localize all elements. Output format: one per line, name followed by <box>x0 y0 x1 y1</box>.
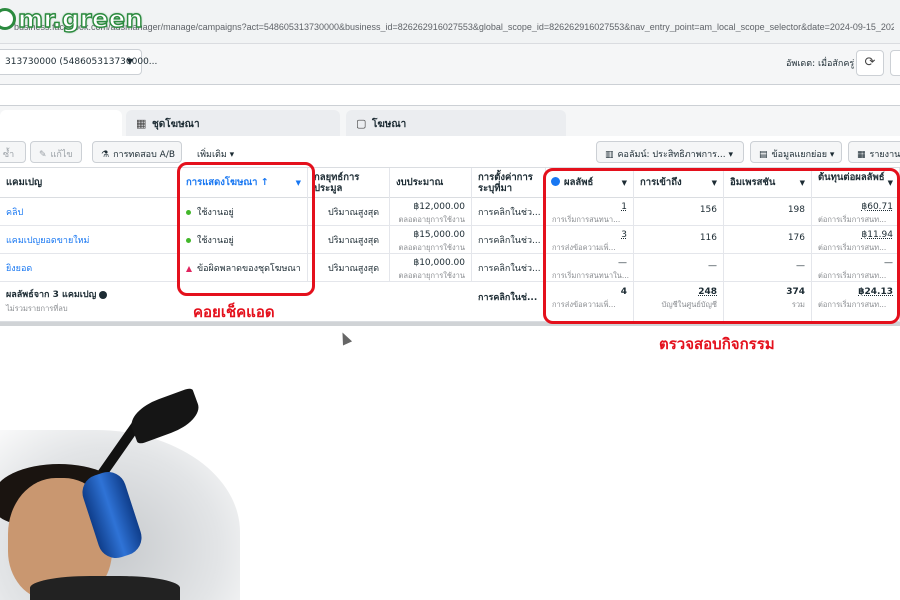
grid-icon: ▦ <box>136 117 147 130</box>
flask-icon: ⚗ <box>101 150 110 160</box>
column-header-attribution[interactable]: การตั้งค่าการระบุที่มา <box>472 168 546 198</box>
bid-strategy-cell: ปริมาณสูงสุด <box>308 198 390 226</box>
header-label: แคมเปญ <box>6 177 43 188</box>
tab-adsets[interactable]: ▦ ชุดโฆษณา <box>126 110 340 136</box>
header-label: การตั้งค่าการระบุที่มา <box>478 172 533 194</box>
edit-button[interactable]: ✎ แก้ไข <box>30 141 82 163</box>
duplicate-label: ซ้ำ <box>3 150 15 160</box>
chevron-down-icon: ▾ <box>229 150 235 160</box>
total-label: ผลลัพธ์จาก 3 แคมเปญ <box>6 290 97 300</box>
webcam-overlay <box>0 387 240 600</box>
column-header-budget[interactable]: งบประมาณ <box>390 168 472 198</box>
reports-button[interactable]: ▦ รายงาน <box>848 141 900 163</box>
ab-test-label: การทดสอบ A/B <box>113 150 176 160</box>
column-header-bid-strategy[interactable]: กลยุทธ์การประมูล <box>308 168 390 198</box>
budget-cell: ฿10,000.00 ตลอดอายุการใช้งาน <box>390 254 472 282</box>
tab-ads[interactable]: ▢ โฆษณา <box>346 110 566 136</box>
header-label: กลยุทธ์การประมูล <box>314 172 360 194</box>
annotation-check-ads: คอยเช็คแอด <box>193 303 275 321</box>
columns-label: คอลัมน์: ประสิทธิภาพการ... <box>617 150 726 160</box>
info-icon[interactable] <box>99 290 108 299</box>
columns-icon: ▥ <box>605 150 614 160</box>
refresh-icon: ⟳ <box>864 55 876 70</box>
duplicate-button[interactable]: ซ้ำ <box>0 141 26 163</box>
search-row <box>0 84 900 108</box>
more-label: เพิ่มเติม <box>197 150 227 160</box>
more-button[interactable]: เพิ่มเติม ▾ <box>188 141 244 163</box>
budget-cell: ฿15,000.00 ตลอดอายุการใช้งาน <box>390 226 472 254</box>
options-button[interactable] <box>890 50 900 76</box>
budget-sub: ตลอดอายุการใช้งาน <box>398 215 466 224</box>
bid-strategy-cell: ปริมาณสูงสุด <box>308 226 390 254</box>
logo-text: mr.green <box>17 4 144 33</box>
columns-button[interactable]: ▥ คอลัมน์: ประสิทธิภาพการ... ▾ <box>596 141 744 163</box>
presenter-shirt <box>30 576 180 600</box>
budget-sub: ตลอดอายุการใช้งาน <box>398 243 466 252</box>
mouse-cursor-icon <box>337 330 353 346</box>
chevron-down-icon: ▾ <box>829 150 835 160</box>
account-selector-label: 313730000 (548605313730000... <box>5 57 158 67</box>
column-header-campaign[interactable]: แคมเปญ <box>0 168 180 198</box>
ad-icon: ▢ <box>356 117 367 130</box>
search-input[interactable] <box>0 84 900 106</box>
budget-value: ฿10,000.00 <box>413 258 465 268</box>
account-row: 313730000 (548605313730000... ▼ <box>0 44 900 84</box>
channel-logo: mr.green <box>0 4 143 34</box>
budget-value: ฿12,000.00 <box>413 202 465 212</box>
attribution-cell: การคลิกในช่ว... <box>472 198 546 226</box>
campaign-name-link[interactable]: คลิป <box>0 198 180 226</box>
annotation-box-delivery <box>177 162 315 296</box>
bid-strategy-cell: ปริมาณสูงสุด <box>308 254 390 282</box>
refresh-button[interactable]: ⟳ <box>856 50 884 76</box>
campaign-name-link[interactable]: ยิงยอด <box>0 254 180 282</box>
campaign-name-link[interactable]: แคมเปญยอดขายใหม่ <box>0 226 180 254</box>
pop-filter <box>125 387 205 445</box>
edit-label: แก้ไข <box>50 150 73 160</box>
chevron-down-icon: ▾ <box>728 150 733 160</box>
breakdown-button[interactable]: ▤ ข้อมูลแยกย่อย ▾ <box>750 141 842 163</box>
account-selector[interactable]: 313730000 (548605313730000... ▼ <box>0 49 157 75</box>
updated-status: อัพเดต: เมื่อสักครู่ <box>786 59 855 69</box>
header-label: งบประมาณ <box>396 177 444 188</box>
budget-value: ฿15,000.00 <box>413 230 465 240</box>
attribution-cell: การคลิกในช่ว... <box>472 254 546 282</box>
attribution-cell: การคลิกในช่ว... <box>472 226 546 254</box>
breakdown-label: ข้อมูลแยกย่อย <box>771 150 827 160</box>
breakdown-icon: ▤ <box>759 150 768 160</box>
total-attribution-cell: การคลิกในช่... <box>472 282 546 322</box>
tab-adsets-label: ชุดโฆษณา <box>152 119 200 130</box>
ab-test-button[interactable]: ⚗ การทดสอบ A/B <box>92 141 182 163</box>
reports-icon: ▦ <box>857 150 866 160</box>
reports-label: รายงาน <box>869 150 900 160</box>
annotation-box-activity <box>543 168 900 324</box>
annotation-check-activity: ตรวจสอบกิจกรรม <box>659 335 775 353</box>
budget-sub: ตลอดอายุการใช้งาน <box>398 271 466 280</box>
pencil-icon: ✎ <box>39 150 47 160</box>
tab-ads-label: โฆษณา <box>372 119 407 130</box>
url-text[interactable]: business.facebook.com/adsmanager/manage/… <box>14 22 894 32</box>
budget-cell: ฿12,000.00 ตลอดอายุการใช้งาน <box>390 198 472 226</box>
tab-campaigns[interactable] <box>0 110 122 136</box>
logo-mark-icon <box>0 8 16 30</box>
chevron-down-icon: ▼ <box>126 57 133 66</box>
